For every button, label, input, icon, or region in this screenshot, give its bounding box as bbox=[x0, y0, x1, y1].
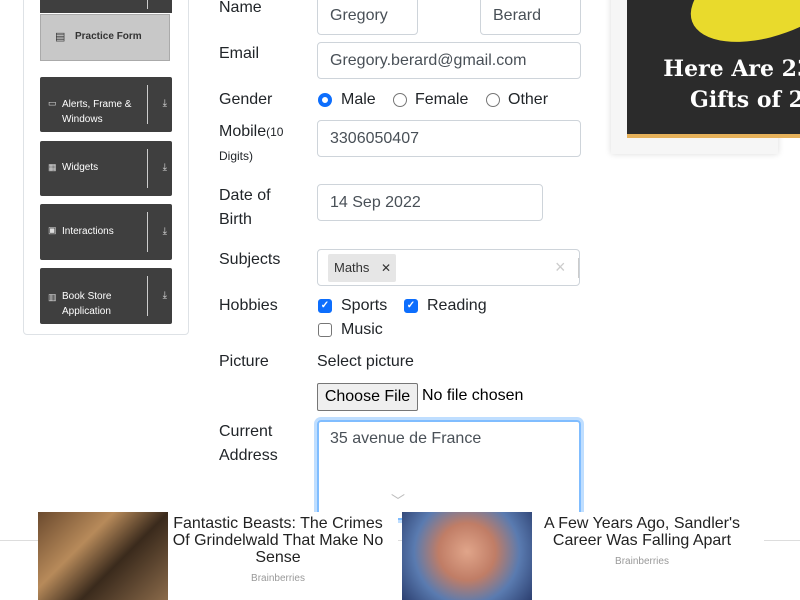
address-label: Current Address bbox=[219, 420, 278, 468]
gender-radio-female[interactable] bbox=[393, 93, 407, 107]
hobby-label: Music bbox=[341, 321, 383, 338]
ad-graphic bbox=[677, 0, 800, 62]
sidebar-group-label: Widgets bbox=[62, 162, 99, 173]
ad-image[interactable]: Here Are 23+ Gifts of 2 bbox=[627, 0, 800, 138]
sidebar-group-label: Alerts, Frame & Windows bbox=[62, 99, 132, 125]
ad-headline-line: Sense bbox=[255, 549, 301, 566]
chevron-down-icon[interactable]: ﹀ bbox=[391, 491, 405, 511]
name-label: Name bbox=[219, 0, 262, 16]
divider bbox=[147, 276, 148, 316]
ad-headline-line: Career Was Falling Apart bbox=[552, 532, 732, 549]
ad-headline-line: A Few Years Ago, Sandler's bbox=[543, 515, 741, 532]
dob-label: Date of Birth bbox=[219, 184, 271, 232]
subject-chip-label: Maths bbox=[334, 260, 370, 275]
mobile-field[interactable]: 3306050407 bbox=[317, 120, 581, 157]
hobby-label: Sports bbox=[341, 297, 388, 314]
hobby-checkbox-music[interactable] bbox=[318, 323, 332, 337]
dob-label-line: Birth bbox=[219, 211, 252, 228]
ad-headline-line: Gifts of 2 bbox=[690, 87, 800, 113]
dob-label-line: Date of bbox=[219, 187, 271, 204]
ad-headline: Here Are 23+ Gifts of 2 bbox=[627, 54, 800, 116]
subjects-input[interactable]: Maths ✕ × bbox=[317, 249, 580, 286]
sidebar-group-label: Book Store Application bbox=[62, 291, 112, 317]
download-icon[interactable]: ⤓ bbox=[163, 226, 167, 237]
address-label-line: Address bbox=[219, 447, 278, 464]
subjects-label: Subjects bbox=[219, 251, 281, 268]
email-label: Email bbox=[219, 45, 260, 62]
gender-option-label: Male bbox=[341, 91, 376, 108]
ad-headline[interactable]: Fantastic Beasts: The Crimes Of Grindelwa… bbox=[172, 515, 384, 566]
divider bbox=[147, 212, 148, 252]
ad-headline-line: Here Are 23+ bbox=[663, 56, 800, 82]
ad-headline-line: Of Grindelwald That Make No bbox=[172, 532, 384, 549]
download-icon[interactable]: ⤓ bbox=[163, 290, 167, 301]
gender-radio-other[interactable] bbox=[486, 93, 500, 107]
remove-chip-icon[interactable]: ✕ bbox=[376, 254, 396, 282]
current-address-textarea[interactable]: 35 avenue de France bbox=[317, 420, 581, 520]
hobbies-label: Hobbies bbox=[219, 297, 278, 314]
sidebar-group-label: Interactions bbox=[62, 226, 114, 237]
widgets-icon: ▦ bbox=[48, 162, 57, 172]
sidebar-group-collapsed[interactable] bbox=[40, 0, 172, 13]
file-status: No file chosen bbox=[422, 387, 524, 404]
ad-thumbnail[interactable] bbox=[38, 512, 168, 600]
sidebar-item-practice-form[interactable]: ▤ Practice Form bbox=[40, 14, 170, 61]
ad-source: Brainberries bbox=[615, 556, 669, 567]
sidebar-item-label: Practice Form bbox=[75, 31, 142, 42]
divider bbox=[578, 258, 579, 278]
last-name-input[interactable]: Berard bbox=[480, 0, 581, 35]
mobile-label: Mobile(10 Digits) bbox=[219, 120, 299, 168]
sidebar-group-alerts[interactable]: ▭ Alerts, Frame & Windows ⤓ bbox=[40, 77, 172, 132]
ad-source: Brainberries bbox=[251, 573, 305, 584]
library-icon: ▥ bbox=[48, 292, 57, 302]
divider bbox=[147, 0, 148, 9]
subject-chip: Maths ✕ bbox=[328, 254, 396, 282]
ad-headline[interactable]: A Few Years Ago, Sandler's Career Was Fal… bbox=[536, 515, 748, 549]
hobby-label: Reading bbox=[427, 297, 487, 314]
sidebar-group-interactions[interactable]: ▣ Interactions ⤓ bbox=[40, 204, 172, 260]
choose-file-button[interactable]: Choose File bbox=[317, 383, 418, 411]
mobile-label-text: Mobile bbox=[219, 123, 267, 140]
picture-label: Picture bbox=[219, 353, 269, 370]
email-field[interactable]: Gregory.berard@gmail.com bbox=[317, 42, 581, 79]
ad-headline-line: Fantastic Beasts: The Crimes bbox=[173, 515, 383, 532]
gender-radio-male[interactable] bbox=[318, 93, 332, 107]
first-name-input[interactable]: Gregory bbox=[317, 0, 418, 35]
divider bbox=[147, 149, 148, 188]
download-icon[interactable]: ⤓ bbox=[163, 98, 167, 109]
download-icon[interactable]: ⤓ bbox=[163, 162, 167, 173]
form-icon: ▤ bbox=[55, 31, 66, 43]
hobby-checkbox-sports[interactable]: ✓ bbox=[318, 299, 332, 313]
ad-thumbnail[interactable] bbox=[402, 512, 532, 600]
gender-label: Gender bbox=[219, 91, 273, 108]
sidebar-group-widgets[interactable]: ▦ Widgets ⤓ bbox=[40, 141, 172, 196]
date-of-birth-input[interactable]: 14 Sep 2022 bbox=[317, 184, 543, 221]
clear-icon[interactable]: × bbox=[555, 257, 566, 278]
select-picture-label: Select picture bbox=[317, 353, 414, 370]
hobby-checkbox-reading[interactable]: ✓ bbox=[404, 299, 418, 313]
gender-option-label: Female bbox=[415, 91, 469, 108]
gender-option-label: Other bbox=[508, 91, 549, 108]
interactions-icon: ▣ bbox=[48, 225, 57, 235]
divider bbox=[147, 85, 148, 124]
window-icon: ▭ bbox=[48, 98, 57, 108]
sidebar-group-book-store[interactable]: ▥ Book Store Application ⤓ bbox=[40, 268, 172, 324]
address-label-line: Current bbox=[219, 423, 273, 440]
